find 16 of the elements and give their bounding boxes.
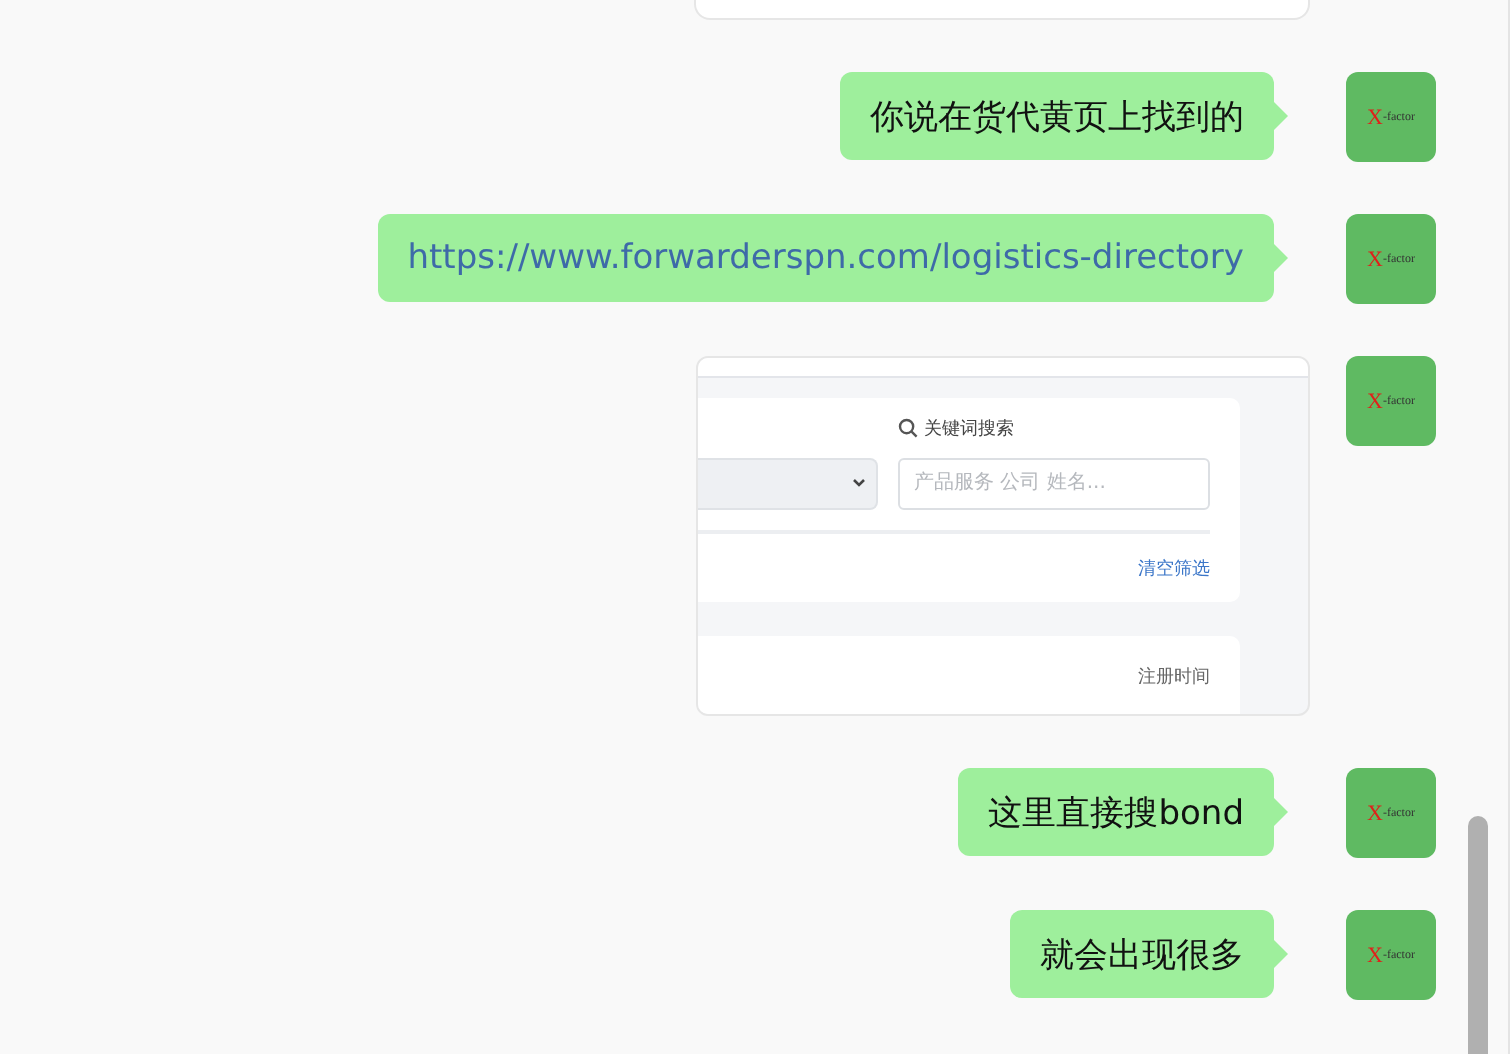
- search-field[interactable]: 产品服务 公司 姓名...: [898, 457, 1210, 510]
- message-bubble: 你说在货代黄页上找到的: [840, 72, 1274, 160]
- bubble-tail: [1274, 940, 1288, 968]
- chevron-icon: [852, 478, 866, 489]
- bubble-tail: [1274, 102, 1288, 130]
- message-bubble: 这里直接搜bond: [958, 768, 1274, 856]
- dropdown-field[interactable]: [698, 457, 878, 510]
- search-icon: [898, 418, 918, 439]
- clear-filter-link[interactable]: 清空筛选: [1138, 555, 1210, 582]
- message-bubble: 就会出现很多: [1010, 910, 1274, 998]
- bubble-tail: [1274, 798, 1288, 826]
- bubble-tail: [1274, 244, 1288, 272]
- link-message[interactable]: https://www.forwarderspn.com/logistics-directory: [377, 214, 1274, 302]
- column-label: 注册时间: [1138, 665, 1210, 691]
- scrollbar-thumb[interactable]: [1468, 816, 1488, 1054]
- search-label: 关键词搜索: [924, 417, 1014, 442]
